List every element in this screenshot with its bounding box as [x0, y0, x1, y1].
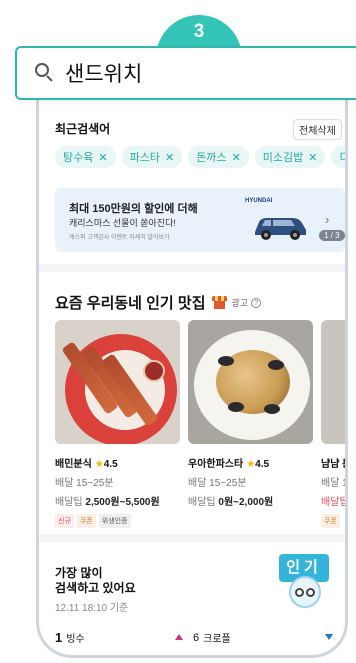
rank-number: 6: [193, 631, 200, 644]
restaurant-name: 배민분식 ★4.5: [55, 459, 118, 470]
restaurant-card[interactable]: 냠냠 분 배달 15 배달팁 쿠폰: [321, 320, 348, 528]
star-icon: ★: [94, 459, 104, 470]
trend-down-icon: [325, 634, 333, 640]
tag-new: 신규: [55, 514, 74, 528]
trending-searches: 가장 많이 검색하고 있어요 12.11 18:10 기준 인기 1 빙수 6 …: [39, 542, 345, 655]
restaurant-image: [55, 320, 180, 444]
promo-banner[interactable]: 최대 150만원의 할인에 더해 캐리스마스 선물이 쏟아진다! 캐스퍼 고객감…: [55, 188, 345, 252]
banner-pager: 1 / 3: [319, 230, 345, 241]
tag-coupon: 쿠폰: [76, 514, 96, 528]
banner-subtitle: 캐리스마스 선물이 쏟아진다!: [69, 218, 176, 228]
info-icon[interactable]: ?: [251, 297, 262, 308]
close-icon[interactable]: ✕: [98, 151, 107, 164]
delivery-time: 배달 15: [321, 478, 348, 489]
tag-list: 신규 쿠폰 위생인증: [55, 514, 180, 528]
delivery-tip: 배달팁 2,500원~5,500원: [55, 497, 160, 508]
close-icon[interactable]: ✕: [232, 151, 241, 164]
mascot-image: 인기: [275, 550, 333, 614]
section-divider: [39, 264, 345, 272]
trending-timestamp: 12.11 18:10 기준: [55, 603, 129, 614]
restaurant-image: [188, 320, 313, 444]
recent-chip[interactable]: 탕수육 ✕: [55, 146, 116, 168]
recent-searches-title: 최근검색어: [55, 122, 111, 136]
rank-number: 1: [55, 630, 63, 645]
recent-chip[interactable]: 돈까스 ✕: [188, 146, 249, 168]
car-image: [255, 218, 306, 240]
restaurant-card-list: 배민분식 ★4.5 배달 15~25분 배달팁 2,500원~5,500원 신규 …: [55, 320, 348, 528]
ad-label: 광고: [231, 298, 249, 308]
search-input[interactable]: [65, 61, 315, 85]
tag-hygiene: 위생인증: [98, 514, 131, 528]
close-icon[interactable]: ✕: [165, 151, 174, 164]
star-icon: ★: [246, 459, 256, 470]
recent-chip[interactable]: 미소김밥 ✕: [254, 146, 326, 168]
restaurant-card[interactable]: 우아한파스타 ★4.5 배달 15~25분 배달팁 0원~2,000원: [188, 320, 313, 528]
banner-fine-print: 캐스퍼 고객감사 이벤트 자세히 알아보기: [69, 235, 170, 241]
restaurant-name: 냠냠 분: [321, 459, 345, 470]
recent-chip[interactable]: 파스타 ✕: [121, 146, 183, 168]
section-divider: [39, 534, 345, 542]
phone-frame: 최근검색어 전체삭제 탕수육✕ 파스타✕ 돈까스✕ 미소김밥✕ 디 최대 150…: [36, 86, 348, 658]
trend-up-icon: [175, 634, 183, 640]
rank-keyword[interactable]: 빙수: [66, 630, 84, 645]
search-bar[interactable]: [15, 46, 356, 100]
chevron-right-icon[interactable]: ›: [325, 212, 329, 227]
delivery-tip: 배달팁 0원~2,000원: [188, 497, 274, 508]
delivery-tip: 배달팁: [321, 497, 348, 508]
store-icon: [211, 296, 227, 309]
restaurant-name: 우아한파스타 ★4.5: [188, 459, 270, 470]
rank-keyword[interactable]: 크로플: [203, 630, 231, 645]
clear-all-button[interactable]: 전체삭제: [293, 119, 342, 140]
recent-chip[interactable]: 디: [331, 146, 345, 168]
close-icon[interactable]: ✕: [308, 151, 317, 164]
delivery-time: 배달 15~25분: [188, 478, 247, 489]
delivery-time: 배달 15~25분: [55, 478, 114, 489]
hyundai-logo: HYUNDAI: [245, 198, 273, 204]
tag-coupon: 쿠폰: [321, 514, 340, 528]
banner-title: 최대 150만원의 할인에 더해: [69, 203, 198, 215]
trending-title: 가장 많이 검색하고 있어요: [55, 566, 136, 595]
popular-restaurants: 요즘 우리동네 인기 맛집 광고 ? 배민분식 ★4.5 배달 15~25분 배달…: [39, 272, 348, 532]
recent-chip-list: 탕수육✕ 파스타✕ 돈까스✕ 미소김밥✕ 디: [55, 146, 345, 168]
restaurant-card[interactable]: 배민분식 ★4.5 배달 15~25분 배달팁 2,500원~5,500원 신규 …: [55, 320, 180, 528]
recent-searches: 최근검색어 전체삭제 탕수육✕ 파스타✕ 돈까스✕ 미소김밥✕ 디 최대 150…: [39, 86, 345, 258]
search-icon: [35, 63, 55, 83]
tag-list: 쿠폰: [321, 514, 345, 528]
restaurant-image: [321, 320, 345, 444]
trending-rank-row: 1 빙수 6 크로플: [55, 630, 345, 645]
popular-title: 요즘 우리동네 인기 맛집 광고 ?: [55, 292, 262, 313]
